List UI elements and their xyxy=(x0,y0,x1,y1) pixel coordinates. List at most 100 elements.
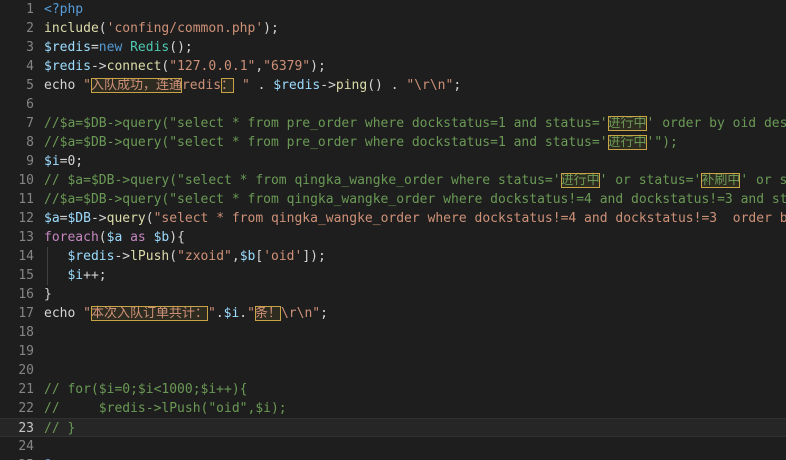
code-token: " xyxy=(83,306,91,321)
code-token: "select * from qingka_wangke_order where… xyxy=(153,211,786,226)
code-line[interactable]: 10 // $a=$DB->query("select * from qingka… xyxy=(0,171,786,190)
highlighted-token: 本次入队订单共计： xyxy=(90,306,208,321)
line-number: 14 xyxy=(18,249,34,264)
code-token: 'confing/common.php' xyxy=(106,21,264,36)
code-token: [ xyxy=(255,249,264,264)
code-text: $redis=new Redis(); xyxy=(44,38,193,57)
code-token: //$a=$DB->query("select * from pre_order… xyxy=(44,135,608,150)
code-token: ){ xyxy=(169,230,185,245)
highlighted-token: 进行中 xyxy=(607,135,647,150)
code-line[interactable]: 15 $i++; xyxy=(0,266,786,285)
code-text: // } xyxy=(44,419,75,438)
code-line[interactable]: 12 $a=$DB->query("select * from qingka_wa… xyxy=(0,209,786,228)
code-token: . xyxy=(249,78,274,93)
code-token: " xyxy=(83,78,91,93)
code-line[interactable]: 24 xyxy=(0,437,786,456)
code-token: echo xyxy=(44,78,84,93)
line-number: 4 xyxy=(26,59,34,74)
code-line[interactable]: 1 <?php xyxy=(0,0,786,19)
code-token: () xyxy=(367,78,383,93)
code-token: // $a=$DB->query("select * from qingka_w… xyxy=(44,173,561,188)
code-text: //$a=$DB->query("select * from qingka_wa… xyxy=(44,190,786,209)
line-number: 18 xyxy=(18,325,34,340)
code-token: connect xyxy=(106,59,162,74)
code-token: // $redis->lPush("oid",$i); xyxy=(44,401,287,416)
code-line[interactable]: 5 echo "入队成功，连通redis： " . $redis->ping() … xyxy=(0,76,786,95)
code-text: $i=0; xyxy=(44,152,83,171)
code-token: " xyxy=(234,78,250,93)
code-line[interactable]: 22 // $redis->lPush("oid",$i); xyxy=(0,399,786,418)
code-token: ]); xyxy=(302,249,326,264)
code-token: "zxoid" xyxy=(177,249,232,264)
code-token: =0; xyxy=(59,154,84,169)
code-token: //$a=$DB->query("select * from pre_order… xyxy=(44,116,608,131)
code-token: 'oid' xyxy=(263,249,303,264)
code-line[interactable]: 17 echo "本次入队订单共计：".$i."条！\r\n"; xyxy=(0,304,786,323)
code-line[interactable]: 3 $redis=new Redis(); xyxy=(0,38,786,57)
code-line[interactable]: 11 //$a=$DB->query("select * from qingka_… xyxy=(0,190,786,209)
code-token: new xyxy=(98,40,131,55)
code-token: . xyxy=(382,78,407,93)
code-token: ++; xyxy=(83,268,107,283)
code-line[interactable]: 4 $redis->connect("127.0.0.1","6379"); xyxy=(0,57,786,76)
line-number: 16 xyxy=(18,287,34,302)
code-token: ( xyxy=(98,230,107,245)
code-editor[interactable]: 1 <?php 2 include('confing/common.php'); 3 $r… xyxy=(0,0,786,460)
code-token: $redis xyxy=(67,249,115,264)
code-token: $b xyxy=(239,249,256,264)
line-number: 1 xyxy=(26,2,34,17)
code-token: ping xyxy=(335,78,368,93)
line-number: 7 xyxy=(26,116,34,131)
code-token: ' order by oid desc xyxy=(646,116,786,131)
code-text: include('confing/common.php'); xyxy=(44,19,279,38)
code-line[interactable]: 9 $i=0; xyxy=(0,152,786,171)
line-number: 25 xyxy=(0,456,34,460)
highlighted-token: 进行中 xyxy=(607,116,647,131)
code-token: echo xyxy=(44,306,84,321)
code-text: // $redis->lPush("oid",$i); xyxy=(44,399,287,418)
code-token: ( xyxy=(145,211,154,226)
code-line[interactable]: 13 foreach($a as $b){ xyxy=(0,228,786,247)
code-line[interactable]: 19 xyxy=(0,342,786,361)
code-text: foreach($a as $b){ xyxy=(44,228,185,247)
code-line[interactable]: 2 include('confing/common.php'); xyxy=(0,19,786,38)
code-token: ); xyxy=(263,21,279,36)
code-token: ( xyxy=(98,21,107,36)
code-token: // for($i=0;$i<1000;$i++){ xyxy=(44,382,248,397)
code-line[interactable]: 14 $redis->lPush("zxoid",$b['oid']); xyxy=(0,247,786,266)
line-number: 9 xyxy=(26,154,34,169)
code-token: \r\n" xyxy=(280,306,321,321)
code-token: $i xyxy=(44,154,60,169)
code-token: } xyxy=(44,287,52,302)
code-line[interactable]: 18 xyxy=(0,323,786,342)
code-token: $i xyxy=(223,306,240,321)
code-line[interactable]: 7 //$a=$DB->query("select * from pre_orde… xyxy=(0,114,786,133)
code-line[interactable]: 16} xyxy=(0,285,786,304)
line-number: 22 xyxy=(18,401,34,416)
line-number: 13 xyxy=(18,230,34,245)
code-token: ' or st xyxy=(740,173,786,188)
line-number: 23 xyxy=(18,421,34,436)
code-token: ; xyxy=(453,78,462,93)
code-token: $b xyxy=(153,230,170,245)
code-token: <?php xyxy=(44,2,84,17)
code-token: -> xyxy=(320,78,336,93)
code-line[interactable]: 20 xyxy=(0,361,786,380)
code-line[interactable]: 23 // } xyxy=(0,418,786,437)
line-number: 15 xyxy=(18,268,34,283)
code-text: $redis->lPush("zxoid",$b['oid']); xyxy=(44,247,326,266)
code-token: $redis xyxy=(44,59,91,74)
code-text: //$a=$DB->query("select * from pre_order… xyxy=(44,114,786,133)
code-line[interactable]: 8 //$a=$DB->query("select * from pre_orde… xyxy=(0,133,786,152)
line-number: 3 xyxy=(26,40,34,55)
code-line[interactable]: 25 ?> xyxy=(0,456,786,460)
line-number: 2 xyxy=(26,21,34,36)
line-number: 5 xyxy=(26,78,34,93)
line-number: 6 xyxy=(26,97,34,112)
code-line[interactable]: 21 // for($i=0;$i<1000;$i++){ xyxy=(0,380,786,399)
code-token: " xyxy=(247,306,255,321)
code-token: $a xyxy=(44,211,60,226)
code-line[interactable]: 6 xyxy=(0,95,786,114)
